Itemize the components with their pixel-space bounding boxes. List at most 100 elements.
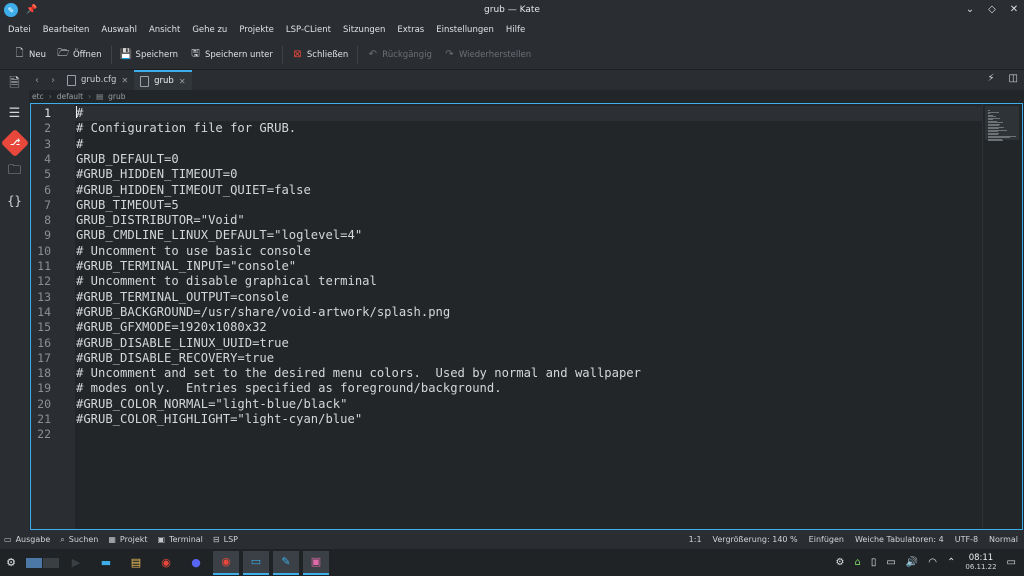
search-panel-button[interactable]: ⌕ Suchen	[60, 535, 98, 545]
code-line[interactable]: GRUB_DISTRIBUTOR="Void"	[75, 213, 982, 228]
save-button[interactable]: 💾 Speichern	[115, 44, 184, 66]
zoom-level[interactable]: Vergrößerung: 140 %	[713, 535, 798, 544]
minimap[interactable]	[982, 104, 1022, 529]
split-view-icon[interactable]: ◫	[1009, 73, 1018, 84]
new-button[interactable]: 🗋 Neu	[8, 44, 52, 66]
lsp-panel-button[interactable]: ⊟ LSP	[213, 535, 238, 544]
desktop-2[interactable]	[43, 557, 59, 568]
code-line[interactable]: #GRUB_BACKGROUND=/usr/share/void-artwork…	[75, 305, 982, 320]
settings-tray-icon[interactable]: ⚙	[836, 557, 845, 568]
code-line[interactable]: # Uncomment to disable graphical termina…	[75, 274, 982, 289]
code-line[interactable]: #	[75, 106, 982, 122]
code-line[interactable]: GRUB_DEFAULT=0	[75, 152, 982, 167]
show-desktop-icon[interactable]: ▭	[1007, 557, 1016, 568]
code-line[interactable]: #GRUB_DISABLE_LINUX_UUID=true	[75, 336, 982, 351]
kate-app-icon[interactable]: ✎	[4, 3, 18, 17]
line-number[interactable]: 21	[31, 412, 51, 427]
symbols-tool-button[interactable]: {}	[0, 186, 29, 215]
code-line[interactable]: # Configuration file for GRUB.	[75, 121, 982, 136]
code-line[interactable]: #GRUB_GFXMODE=1920x1080x32	[75, 320, 982, 335]
line-number[interactable]: 11	[31, 259, 51, 274]
maximize-button[interactable]: ◇	[986, 3, 998, 17]
code-line[interactable]: GRUB_CMDLINE_LINUX_DEFAULT="loglevel=4"	[75, 228, 982, 243]
code-line[interactable]: # Uncomment and set to the desired menu …	[75, 366, 982, 381]
breadcrumb-item[interactable]: grub	[108, 92, 125, 101]
desktop-1[interactable]	[26, 557, 42, 568]
input-mode[interactable]: Normal	[989, 535, 1018, 544]
minimize-button[interactable]: ⌄	[964, 3, 976, 17]
menu-sitzungen[interactable]: Sitzungen	[337, 20, 391, 40]
line-number[interactable]: 5	[31, 167, 51, 182]
line-number[interactable]: 12	[31, 274, 51, 289]
wifi-icon[interactable]: ◠	[928, 557, 937, 568]
line-number[interactable]: 7	[31, 198, 51, 213]
undo-button[interactable]: ↶ Rückgängig	[361, 44, 438, 66]
tab-back-icon[interactable]: ‹	[29, 75, 45, 86]
screenshot-window-icon[interactable]: ▣	[303, 550, 329, 575]
kate-window-icon[interactable]: ✎	[273, 550, 299, 575]
notes-icon[interactable]: ▤	[123, 551, 149, 575]
code-line[interactable]: #	[75, 137, 982, 152]
git-tool-button[interactable]: ⎇	[0, 128, 29, 157]
filesystem-tool-button[interactable]: 🗀	[0, 157, 29, 186]
line-number[interactable]: 9	[31, 228, 51, 243]
cursor-position[interactable]: 1:1	[689, 535, 702, 544]
line-number[interactable]: 10	[31, 244, 51, 259]
line-number[interactable]: 16	[31, 336, 51, 351]
line-number[interactable]: 22	[31, 427, 51, 442]
code-line[interactable]: #GRUB_COLOR_NORMAL="light-blue/black"	[75, 397, 982, 412]
line-number[interactable]: 15	[31, 320, 51, 335]
encoding[interactable]: UTF-8	[955, 535, 978, 544]
menu-extras[interactable]: Extras	[391, 20, 430, 40]
indentation-setting[interactable]: Weiche Tabulatoren: 4	[855, 535, 944, 544]
volume-icon[interactable]: 🔊	[906, 557, 918, 568]
tab-close-icon[interactable]: ✕	[179, 77, 186, 86]
close-document-button[interactable]: ⊠ Schließen	[286, 44, 354, 66]
list-tool-button[interactable]: ☰	[0, 99, 29, 128]
menu-hilfe[interactable]: Hilfe	[500, 20, 531, 40]
output-panel-button[interactable]: ▭ Ausgabe	[4, 535, 50, 544]
line-number[interactable]: 3	[31, 137, 51, 152]
breadcrumb-item[interactable]: default	[57, 92, 83, 101]
menu-bearbeiten[interactable]: Bearbeiten	[37, 20, 96, 40]
chat-app-icon[interactable]: ●	[183, 551, 209, 575]
code-line[interactable]: #GRUB_COLOR_HIGHLIGHT="light-cyan/blue"	[75, 412, 982, 427]
menu-projekte[interactable]: Projekte	[233, 20, 280, 40]
clock[interactable]: 08:11 06.11.22	[965, 553, 996, 572]
terminal-panel-button[interactable]: ▣ Terminal	[158, 535, 203, 544]
clipboard-icon[interactable]: ▯	[871, 557, 877, 568]
redo-button[interactable]: ↷ Wiederherstellen	[438, 44, 537, 66]
dolphin-window-icon[interactable]: ▭	[243, 550, 269, 575]
project-panel-button[interactable]: ▦ Projekt	[108, 535, 147, 544]
tab-close-icon[interactable]: ✕	[121, 76, 128, 85]
tray-expand-icon[interactable]: ⌃	[947, 557, 955, 568]
menu-auswahl[interactable]: Auswahl	[95, 20, 143, 40]
app-launcher-icon[interactable]: ⚙	[0, 549, 22, 576]
tab-grub[interactable]: grub ✕	[134, 70, 192, 90]
line-number[interactable]: 1	[31, 106, 51, 121]
tab-forward-icon[interactable]: ›	[45, 75, 61, 86]
line-number[interactable]: 13	[31, 290, 51, 305]
code-line[interactable]: #GRUB_HIDDEN_TIMEOUT_QUIET=false	[75, 183, 982, 198]
code-line[interactable]: #GRUB_HIDDEN_TIMEOUT=0	[75, 167, 982, 182]
code-line[interactable]	[75, 427, 982, 442]
code-line[interactable]: GRUB_TIMEOUT=5	[75, 198, 982, 213]
line-number[interactable]: 18	[31, 366, 51, 381]
line-number[interactable]: 4	[31, 152, 51, 167]
menu-lsp-client[interactable]: LSP-CLient	[280, 20, 337, 40]
code-line[interactable]: # modes only. Entries specified as foreg…	[75, 381, 982, 396]
breadcrumb-item[interactable]: etc	[32, 92, 44, 101]
chrome-window-icon[interactable]: ◉	[213, 550, 239, 575]
documents-tool-button[interactable]: 🗎	[0, 70, 29, 99]
pin-icon[interactable]: 📌	[26, 5, 37, 15]
line-number[interactable]: 6	[31, 183, 51, 198]
file-manager-icon[interactable]: ▬	[93, 551, 119, 575]
terminal-launcher-icon[interactable]: ▶	[63, 551, 89, 575]
code-line[interactable]: # Uncomment to use basic console	[75, 244, 982, 259]
ghost-tray-icon[interactable]: ⌂	[854, 557, 860, 568]
line-number[interactable]: 19	[31, 381, 51, 396]
menu-ansicht[interactable]: Ansicht	[143, 20, 186, 40]
code-line[interactable]: #GRUB_TERMINAL_INPUT="console"	[75, 259, 982, 274]
line-number[interactable]: 17	[31, 351, 51, 366]
code-line[interactable]: #GRUB_TERMINAL_OUTPUT=console	[75, 290, 982, 305]
